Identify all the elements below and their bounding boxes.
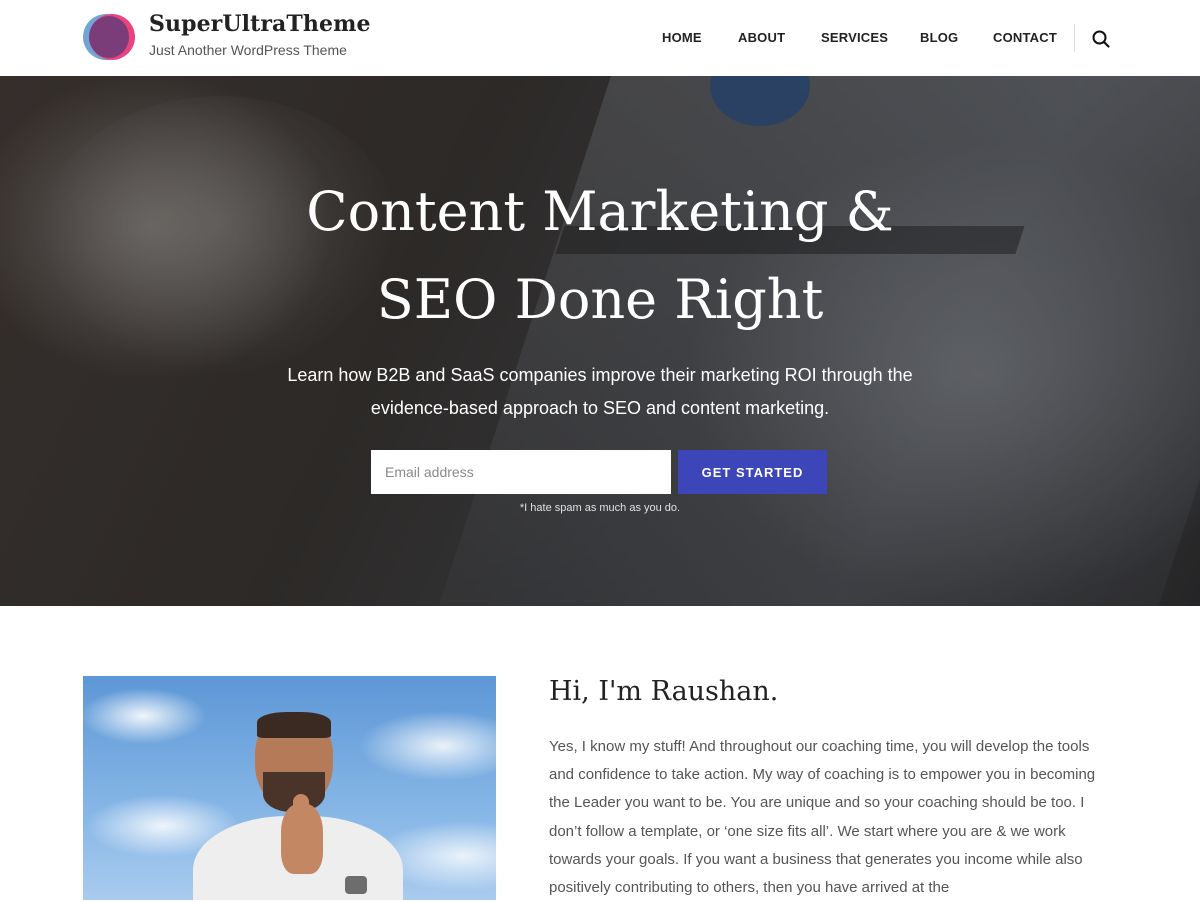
hero-title: Content Marketing & SEO Done Right [0,168,1200,344]
nav-item-services[interactable]: SERVICES [821,30,888,45]
search-button[interactable] [1091,29,1111,49]
photo-person-watch [345,876,367,894]
hero-subtitle-line-1: Learn how B2B and SaaS companies improve… [287,365,913,385]
nav-item-home[interactable]: HOME [662,30,702,45]
logo-circle-purple [89,16,129,58]
site-title[interactable]: SuperUltraTheme [149,11,371,37]
site-header: SuperUltraTheme Just Another WordPress T… [0,0,1200,76]
get-started-button[interactable]: GET STARTED [678,450,827,494]
nav-item-about[interactable]: ABOUT [738,30,785,45]
nav-item-contact[interactable]: CONTACT [993,30,1057,45]
photo-person-thumb [293,794,309,824]
site-logo[interactable] [83,14,137,62]
nav-item-blog[interactable]: BLOG [920,30,958,45]
site-tagline: Just Another WordPress Theme [149,42,347,58]
about-heading: Hi, I'm Raushan. [549,676,779,707]
nav-divider [1074,24,1075,52]
search-icon [1092,30,1110,48]
photo-person-hair [257,712,331,738]
spam-note: *I hate spam as much as you do. [519,502,681,514]
hero-section: Content Marketing & SEO Done Right Learn… [0,76,1200,606]
hero-title-line-1: Content Marketing & [306,180,894,243]
about-text: Yes, I know my stuff! And throughout our… [549,738,1096,897]
email-field[interactable] [371,450,671,494]
about-photo [83,676,496,900]
hero-subtitle-line-2: evidence-based approach to SEO and conte… [370,398,830,418]
hero-title-line-2: SEO Done Right [376,268,824,331]
hero-subtitle: Learn how B2B and SaaS companies improve… [0,359,1200,425]
